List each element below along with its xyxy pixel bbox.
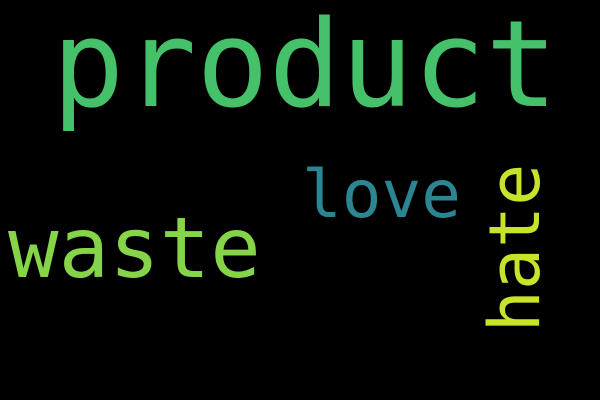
word-cloud: product waste love hate (0, 0, 600, 400)
word-product: product (52, 0, 558, 135)
word-hate: hate (474, 163, 556, 333)
word-waste: waste (8, 199, 261, 297)
word-love: love (302, 156, 461, 233)
